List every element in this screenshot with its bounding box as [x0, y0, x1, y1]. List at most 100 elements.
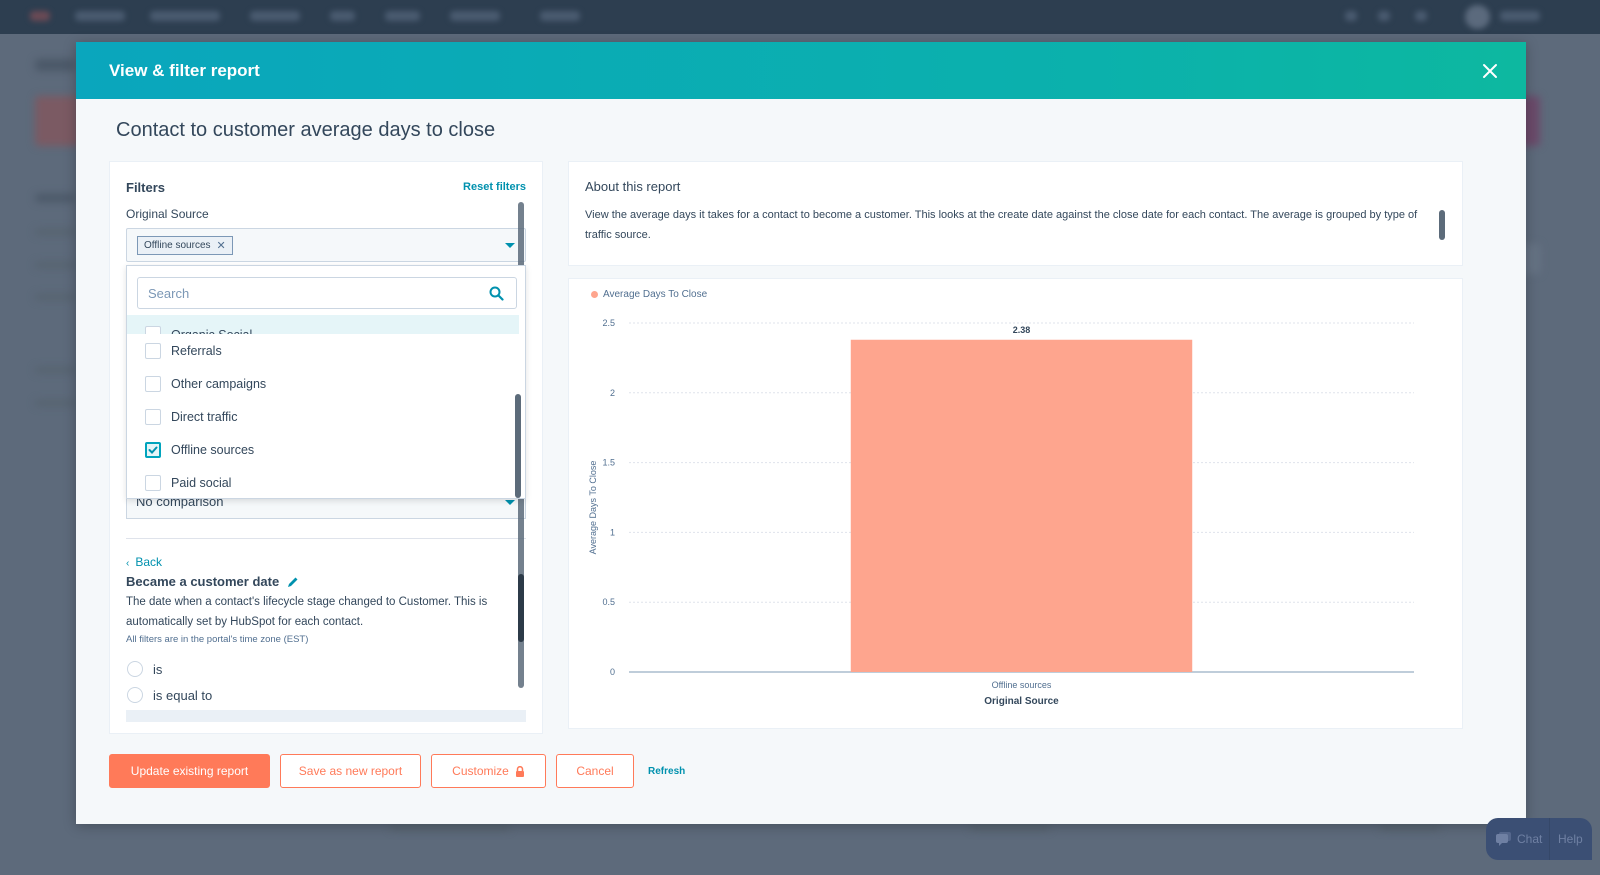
dropdown-option[interactable]: Organic Social: [127, 315, 519, 334]
dropdown-options: Organic Social Referrals Other campaigns…: [127, 315, 519, 498]
option-label: Organic Social: [171, 328, 252, 334]
checkbox[interactable]: [145, 474, 161, 491]
save-as-new-report-button[interactable]: Save as new report: [280, 754, 421, 788]
filters-panel: Filters Reset filters Original Source Of…: [109, 161, 543, 734]
checkbox-checked[interactable]: [145, 441, 161, 458]
background-text: [35, 194, 75, 202]
chat-label: Chat: [1517, 832, 1543, 846]
customize-button[interactable]: Customize: [431, 754, 546, 788]
checkbox[interactable]: [145, 375, 161, 392]
reset-filters-link[interactable]: Reset filters: [463, 181, 526, 193]
checkbox[interactable]: [145, 342, 161, 359]
y-tick-label: 2: [610, 388, 615, 398]
background-nav-icon: [1345, 11, 1357, 21]
pencil-icon[interactable]: [287, 576, 299, 588]
background-heading: [35, 59, 75, 71]
bar[interactable]: [850, 339, 1193, 672]
background-nav-icon: [1378, 11, 1390, 21]
dropdown-option[interactable]: Other campaigns: [127, 367, 519, 400]
dropdown-option[interactable]: Direct traffic: [127, 400, 519, 433]
dropdown-scrollbar[interactable]: [515, 394, 521, 498]
y-tick-label: 1.5: [602, 458, 615, 468]
help-button[interactable]: Help: [1550, 832, 1583, 846]
background-text: [35, 367, 75, 373]
operator-option-is[interactable]: is: [127, 661, 162, 677]
background-nav-item: [450, 11, 500, 21]
back-link[interactable]: ‹ Back: [126, 555, 162, 569]
operator-label: is: [153, 661, 163, 677]
checkmark-icon: [148, 446, 158, 454]
y-tick-label: 1: [610, 527, 615, 537]
dropdown-search[interactable]: [137, 277, 517, 309]
y-axis-title: Average Days To Close: [588, 461, 598, 555]
chart-panel: Average Days To Close 0 0.5 1 1.5 2 2.5 2.38 Of…: [568, 278, 1463, 729]
close-button[interactable]: [1478, 59, 1502, 83]
option-label: Referrals: [171, 343, 222, 358]
background-logo: [30, 11, 50, 21]
checkbox[interactable]: [145, 326, 161, 334]
original-source-dropdown: Organic Social Referrals Other campaigns…: [126, 265, 526, 499]
back-link-label: Back: [135, 555, 163, 569]
radio-button[interactable]: [127, 687, 143, 703]
chat-widget[interactable]: Chat Help: [1486, 818, 1592, 860]
background-text: [390, 824, 510, 830]
dropdown-option[interactable]: Referrals: [127, 334, 519, 367]
modal-title: View & filter report: [109, 60, 260, 80]
background-nav-item: [330, 11, 355, 21]
option-label: Direct traffic: [171, 409, 238, 424]
y-tick-label: 2.5: [602, 318, 615, 328]
remove-tag-icon[interactable]: ✕: [217, 239, 226, 252]
property-title: Became a customer date: [126, 574, 299, 589]
background-avatar: [1465, 5, 1490, 29]
filters-heading: Filters: [126, 180, 166, 195]
divider: [126, 538, 526, 539]
dropdown-option[interactable]: Paid social: [127, 466, 519, 498]
background-text: [1380, 824, 1440, 830]
property-title-text: Became a customer date: [126, 574, 280, 589]
property-description: The date when a contact's lifecycle stag…: [126, 596, 488, 628]
cancel-button[interactable]: Cancel: [556, 754, 634, 788]
dropdown-caret-icon[interactable]: [505, 500, 515, 505]
lock-icon: [515, 765, 524, 777]
search-input[interactable]: [138, 278, 468, 308]
chevron-left-icon: ‹: [126, 558, 130, 569]
chat-button[interactable]: Chat: [1486, 818, 1550, 860]
customize-label: Customize: [452, 764, 509, 778]
background-text: [35, 400, 75, 406]
close-icon: [1483, 63, 1497, 78]
selected-tag-label: Offline sources: [144, 240, 211, 251]
original-source-select[interactable]: Offline sources ✕: [126, 228, 526, 262]
about-title: About this report: [585, 179, 681, 194]
y-tick-label: 0.5: [602, 597, 615, 607]
x-tick-label: Offline sources: [992, 680, 1052, 690]
background-text: [970, 824, 1050, 830]
operator-option-is-equal-to[interactable]: is equal to: [127, 687, 212, 703]
x-axis-title: Original Source: [984, 696, 1059, 707]
original-source-label: Original Source: [126, 207, 209, 221]
selected-tag: Offline sources ✕: [137, 236, 233, 255]
dropdown-caret-icon[interactable]: [505, 243, 515, 248]
background-text: [35, 294, 75, 300]
background-nav-item: [150, 11, 220, 21]
background-text: [35, 262, 75, 268]
update-existing-report-button[interactable]: Update existing report: [109, 754, 270, 788]
bar-chart: 0 0.5 1 1.5 2 2.5 2.38 Offline sources Original …: [588, 318, 1414, 707]
dropdown-option[interactable]: Offline sources: [127, 433, 519, 466]
y-tick-label: 0: [610, 667, 615, 677]
background-button: [35, 96, 80, 146]
about-scrollbar[interactable]: [1439, 210, 1445, 240]
refresh-link[interactable]: Refresh: [648, 766, 685, 777]
panel-scrollbar-thumb[interactable]: [518, 574, 524, 642]
modal-header: View & filter report: [76, 42, 1526, 99]
chat-bubble-icon: [1496, 832, 1511, 846]
checkbox[interactable]: [145, 408, 161, 425]
radio-button[interactable]: [127, 661, 143, 677]
view-filter-report-modal: View & filter report Contact to customer…: [76, 42, 1526, 824]
option-label: Other campaigns: [171, 376, 267, 391]
background-nav-icon: [1415, 11, 1427, 21]
background-nav-item: [250, 11, 300, 21]
report-title: Contact to customer average days to clos…: [116, 119, 496, 141]
search-icon[interactable]: [489, 286, 504, 301]
option-label: Offline sources: [171, 442, 255, 457]
background-nav-item: [385, 11, 420, 21]
